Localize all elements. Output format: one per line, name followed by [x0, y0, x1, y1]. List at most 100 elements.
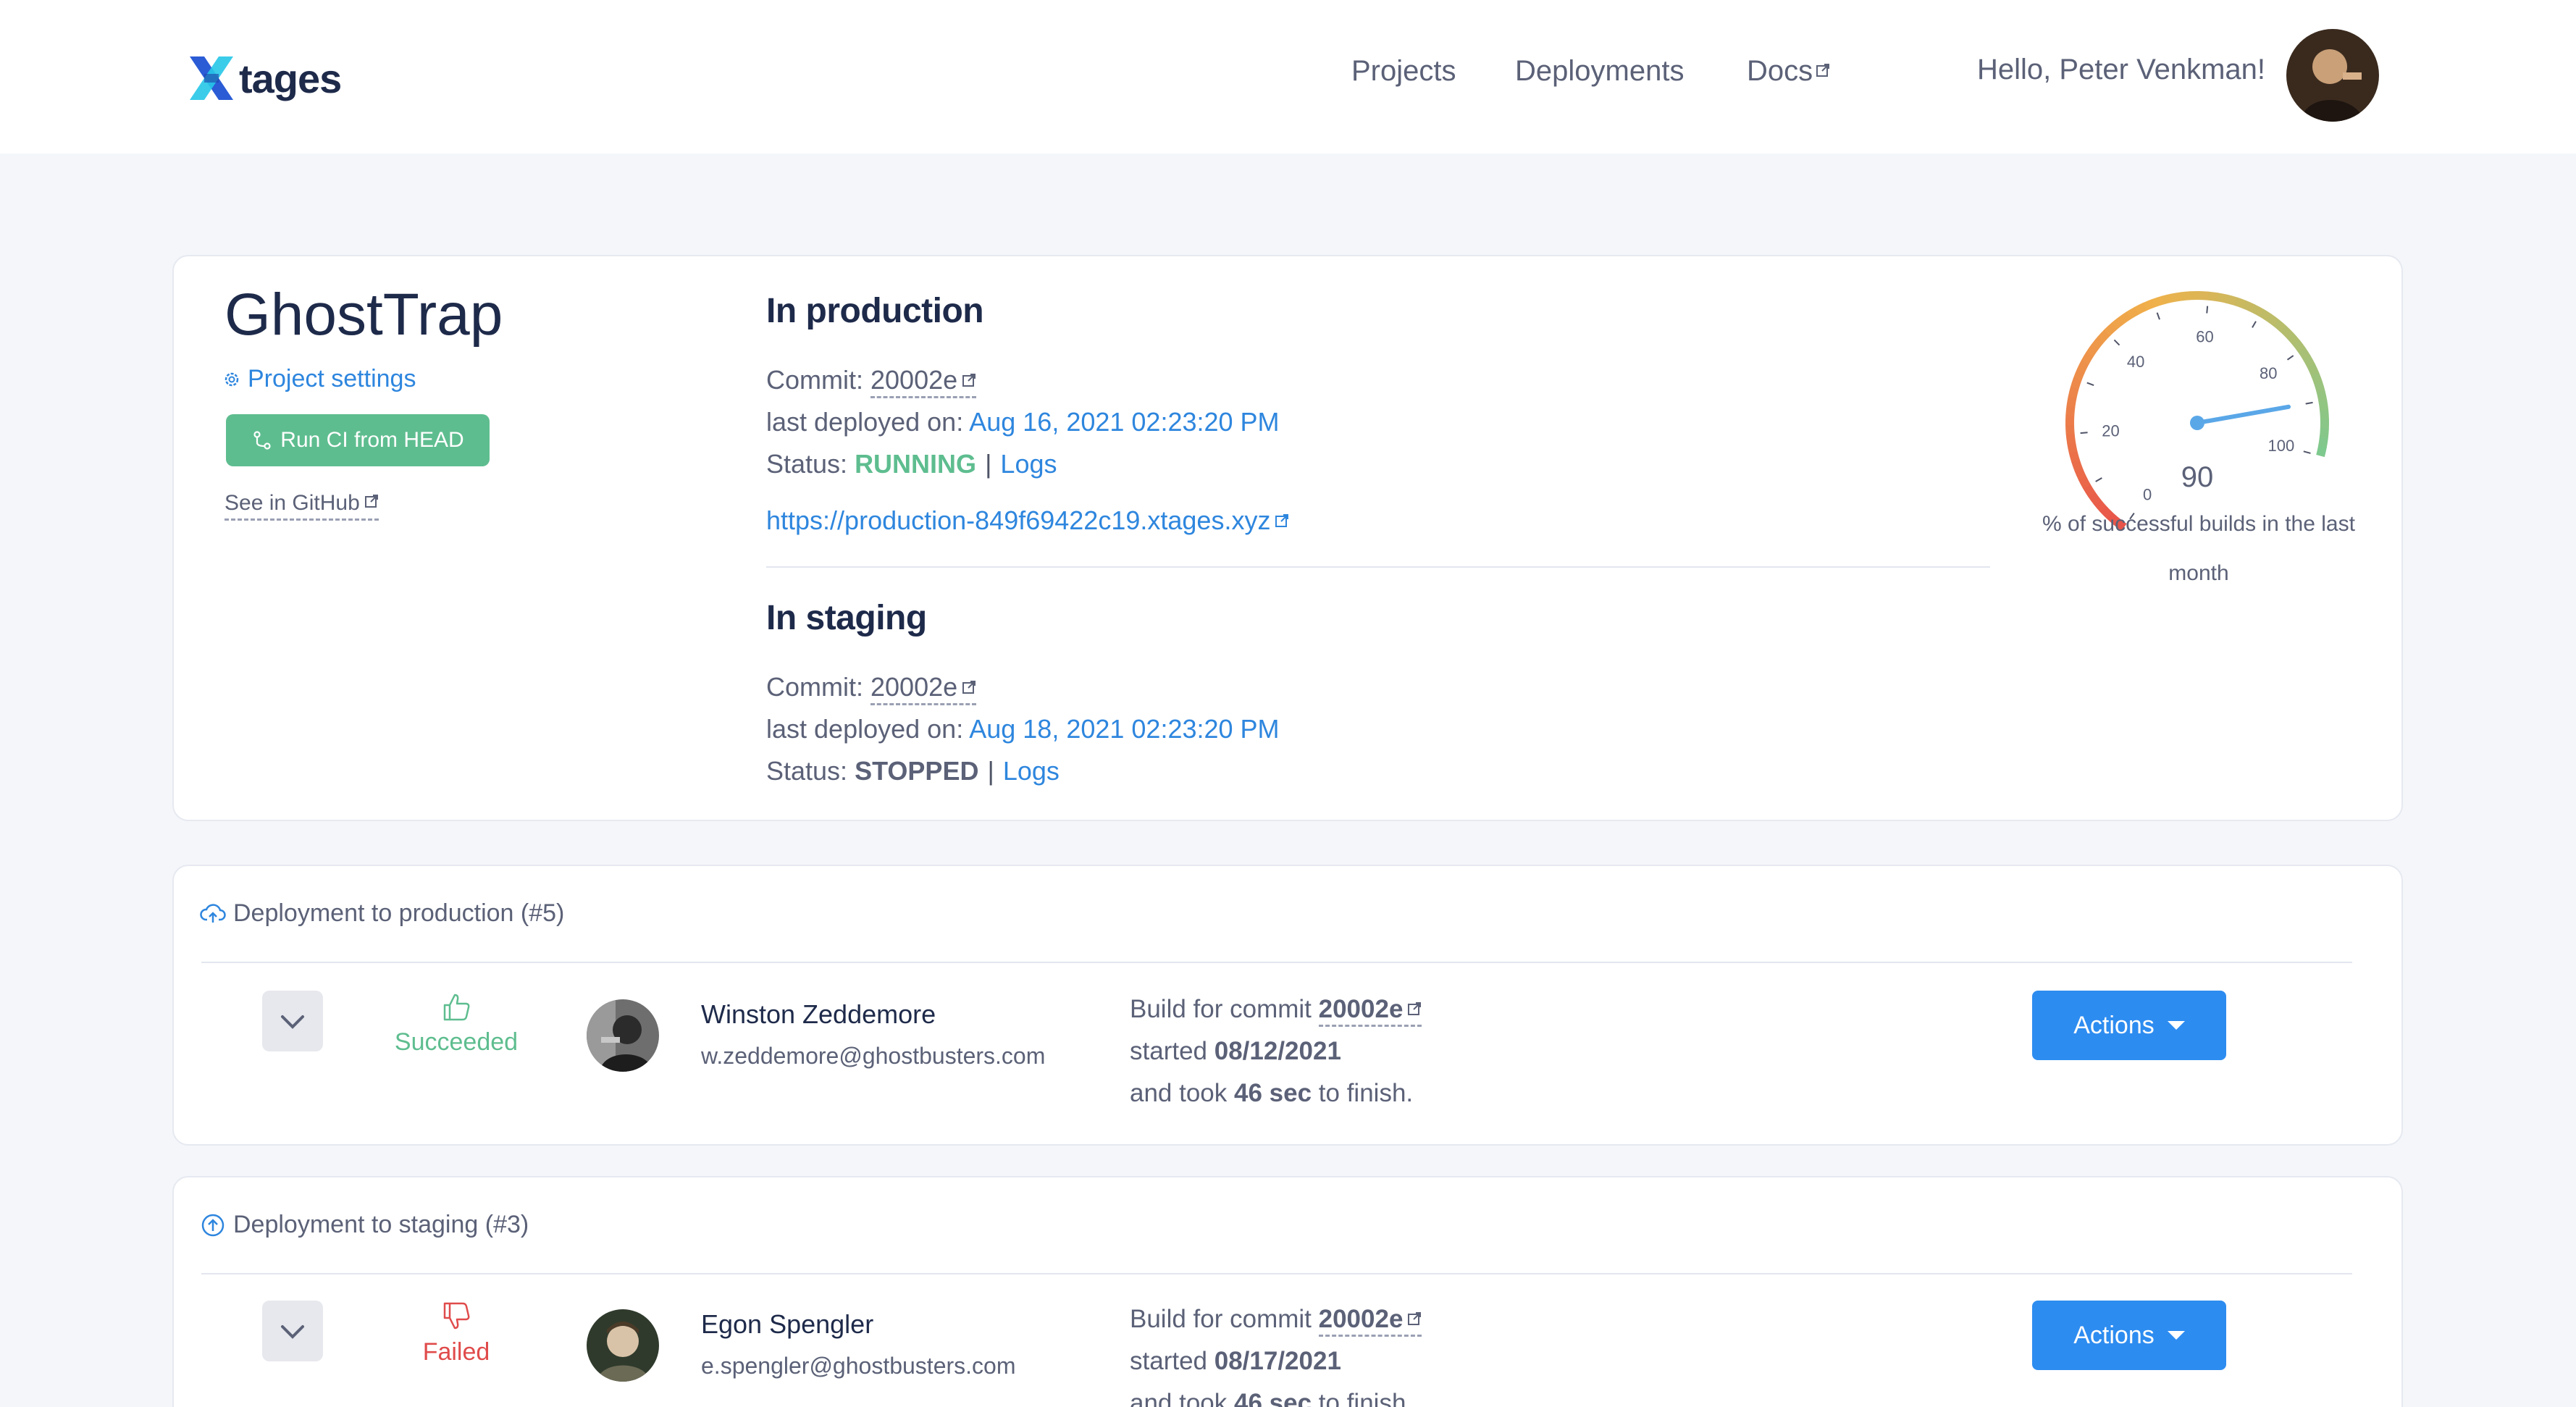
nav-docs[interactable]: Docs — [1747, 55, 1830, 88]
status-label: Status: — [766, 756, 855, 786]
build-started-line: started 08/12/2021 — [1130, 1037, 1341, 1066]
gauge-arc-segment — [2280, 325, 2294, 339]
started-date: 08/17/2021 — [1214, 1347, 1341, 1375]
cloud-upload-icon — [200, 903, 226, 923]
gauge-arc-segment — [2258, 308, 2272, 322]
deployment-title: Deployment to production (#5) — [233, 899, 565, 927]
build-commit-link[interactable]: 20002e — [1318, 995, 1422, 1027]
production-logs-link[interactable]: Logs — [1000, 449, 1057, 479]
took-suffix: to finish. — [1312, 1079, 1414, 1107]
deployer-name: Egon Spengler — [701, 1309, 874, 1339]
git-branch-icon — [253, 431, 271, 450]
staging-logs-link[interactable]: Logs — [1003, 756, 1060, 786]
chevron-down-icon — [281, 1015, 304, 1029]
project-overview-card: GhostTrap Project settings Run CI from H… — [172, 255, 2403, 821]
gauge-arc-segment — [2078, 476, 2091, 489]
nav-projects[interactable]: Projects — [1351, 55, 1456, 88]
started-prefix: started — [1130, 1347, 1214, 1375]
gauge-arc-segment — [2068, 450, 2080, 463]
deployment-header: Deployment to staging (#3) — [200, 1211, 529, 1239]
gauge-tick — [2113, 339, 2120, 346]
gauge-tick-label: 100 — [2268, 437, 2295, 455]
staging-commit-line: Commit: 20002e — [766, 672, 977, 705]
production-url-link[interactable]: https://production-849f69422c19.xtages.x… — [766, 505, 1289, 535]
logo[interactable]: tages — [185, 52, 342, 104]
user-avatar[interactable] — [2286, 29, 2379, 122]
gauge-arc-segment — [2318, 400, 2329, 411]
gauge-tick — [2086, 382, 2094, 386]
gauge-needle — [2195, 404, 2291, 425]
gauge-arc-segment — [2118, 311, 2132, 324]
gauge-tick — [2303, 450, 2311, 454]
top-navbar: tages Projects Deployments Docs Hello, P… — [0, 0, 2576, 154]
deployment-status-label: Failed — [422, 1338, 490, 1366]
gauge-arc-segment — [2314, 381, 2325, 394]
gear-icon — [225, 372, 239, 386]
build-commit-line: Build for commit 20002e — [1130, 1305, 1422, 1337]
external-link-icon — [962, 374, 976, 387]
gauge-arc-segment — [2067, 442, 2078, 453]
gauge-arc-segment — [2266, 314, 2280, 327]
gauge-arc-segment — [2073, 368, 2086, 381]
gauge-tick — [2156, 312, 2160, 320]
gauge-tick — [2252, 321, 2257, 328]
separator: | — [987, 756, 994, 786]
build-commit-link[interactable]: 20002e — [1318, 1305, 1422, 1337]
started-prefix: started — [1130, 1037, 1214, 1065]
gauge-arc-segment — [2286, 332, 2300, 346]
chevron-down-icon — [281, 1325, 304, 1339]
expand-button[interactable] — [262, 1301, 323, 1361]
caret-down-icon — [2167, 1021, 2185, 1030]
production-status-value: RUNNING — [855, 449, 977, 479]
gauge-tick — [2286, 355, 2294, 361]
deployment-status: Succeeded — [384, 989, 529, 1057]
gauge-arc-segment — [2199, 291, 2210, 301]
status-label: Status: — [766, 449, 855, 479]
gauge-arc-segment — [2081, 351, 2094, 365]
gauge-arc-segment — [2320, 409, 2329, 420]
see-in-github-link[interactable]: See in GitHub — [225, 491, 379, 521]
gauge-arc-segment — [2152, 295, 2165, 308]
external-link-icon — [1408, 1002, 1422, 1015]
avatar-image — [587, 1309, 659, 1382]
actions-dropdown-button[interactable]: Actions — [2032, 991, 2226, 1060]
gauge-arc-segment — [2086, 343, 2099, 357]
build-prefix: Build for commit — [1130, 995, 1319, 1023]
actions-label: Actions — [2073, 1321, 2155, 1349]
build-duration-line: and took 46 sec to finish. — [1130, 1389, 1413, 1407]
deployment-divider — [201, 962, 2352, 963]
gauge-arc-segment — [2242, 300, 2255, 313]
build-started-line: started 08/17/2021 — [1130, 1347, 1341, 1376]
deployment-card-staging: Deployment to staging (#3) Failed Egon S… — [172, 1176, 2403, 1407]
project-settings-link[interactable]: Project settings — [223, 365, 416, 393]
gauge-arc-segment — [2065, 424, 2075, 434]
production-commit-link[interactable]: 20002e — [870, 365, 977, 398]
avatar-image — [2286, 29, 2379, 122]
gauge-arc-segment — [2092, 336, 2105, 350]
deployer-avatar — [587, 999, 659, 1072]
gauge-arc-segment — [2065, 405, 2076, 416]
actions-dropdown-button[interactable]: Actions — [2032, 1301, 2226, 1370]
gauge-arc-segment — [2273, 319, 2287, 333]
build-commit-value: 20002e — [1318, 1305, 1404, 1333]
gauge-arc-segment — [2065, 433, 2076, 444]
gauge-arc-segment — [2071, 459, 2084, 472]
external-link-icon — [1816, 64, 1830, 77]
deployment-title: Deployment to staging (#3) — [233, 1211, 529, 1238]
project-title: GhostTrap — [225, 282, 503, 348]
expand-button[interactable] — [262, 991, 323, 1051]
avatar-image — [587, 999, 659, 1072]
deployment-card-production: Deployment to production (#5) Succeeded … — [172, 865, 2403, 1146]
commit-label: Commit: — [766, 365, 870, 395]
deployed-label: last deployed on: — [766, 407, 970, 437]
took-prefix: and took — [1130, 1079, 1234, 1107]
gauge-arc-segment — [2070, 377, 2082, 390]
gauge-tick-label: 20 — [2102, 421, 2119, 440]
production-url: https://production-849f69422c19.xtages.x… — [766, 505, 1271, 535]
staging-commit-link[interactable]: 20002e — [870, 672, 977, 705]
took-prefix: and took — [1130, 1389, 1234, 1407]
nav-deployments[interactable]: Deployments — [1515, 55, 1684, 88]
gauge-tick — [2095, 477, 2102, 482]
run-ci-button[interactable]: Run CI from HEAD — [226, 414, 490, 466]
staging-deployed-line: last deployed on: Aug 18, 2021 02:23:20 … — [766, 714, 1280, 744]
